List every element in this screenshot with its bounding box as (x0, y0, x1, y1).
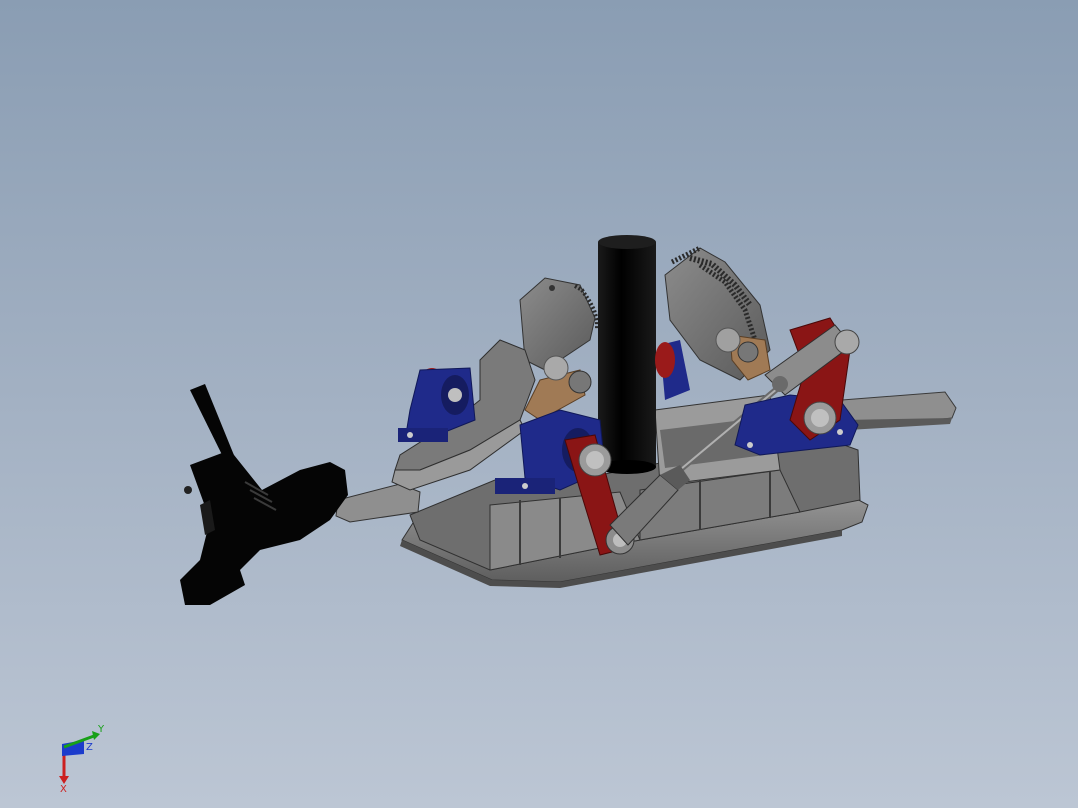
cad-model-view[interactable] (0, 0, 1078, 808)
right-pedal-tab (841, 391, 957, 430)
z-axis-label: Z (86, 742, 93, 753)
x-axis-label: X (60, 784, 67, 792)
left-pedal-tab (335, 483, 421, 523)
graphics-viewport[interactable]: X Y Z (0, 0, 1078, 808)
foot-boot (180, 384, 348, 605)
coordinate-triad: X Y Z (59, 724, 105, 792)
y-axis-label: Y (97, 724, 105, 735)
steering-column (598, 235, 656, 474)
